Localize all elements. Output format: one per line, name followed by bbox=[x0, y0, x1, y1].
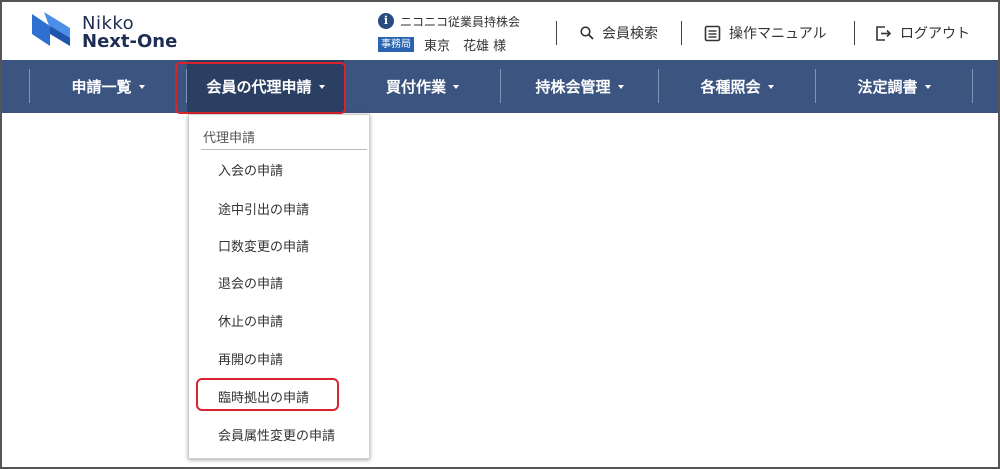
header-divider bbox=[854, 21, 855, 45]
menu-item-special-contribution[interactable]: 臨時拠出の申請 bbox=[218, 387, 309, 406]
caret-down-icon bbox=[138, 84, 145, 89]
proxy-application-dropdown: 代理申請 入会の申請 途中引出の申請 口数変更の申請 退会の申請 休止の申請 再… bbox=[188, 114, 370, 459]
menu-item-resumption[interactable]: 再開の申請 bbox=[218, 349, 283, 368]
header-divider bbox=[556, 21, 557, 45]
nav-item-purchase-work[interactable]: 買付作業 bbox=[345, 60, 500, 113]
user-name: 東京 花雄 様 bbox=[424, 39, 507, 54]
main-nav: 申請一覧 会員の代理申請 買付作業 持株会管理 各種照会 法定調書 bbox=[2, 60, 998, 113]
nav-item-proxy-application[interactable]: 会員の代理申請 bbox=[187, 60, 344, 113]
caret-down-icon bbox=[924, 84, 931, 89]
nav-item-statutory-reports[interactable]: 法定調書 bbox=[816, 60, 972, 113]
nav-item-label: 各種照会 bbox=[700, 78, 761, 96]
manual-icon bbox=[704, 25, 721, 41]
app-header: Nikko Next-One i ニコニコ従業員持株会 事務局 東京 花雄 様 … bbox=[2, 2, 998, 60]
company-info: i ニコニコ従業員持株会 事務局 東京 花雄 様 bbox=[378, 12, 548, 56]
menu-item-partial-withdrawal[interactable]: 途中引出の申請 bbox=[218, 199, 309, 218]
dropdown-divider bbox=[201, 149, 367, 150]
nav-item-label: 会員の代理申請 bbox=[206, 78, 312, 96]
member-search-label: 会員検索 bbox=[602, 26, 658, 42]
nav-divider bbox=[972, 69, 973, 103]
menu-item-enrollment[interactable]: 入会の申請 bbox=[218, 160, 283, 179]
caret-down-icon bbox=[617, 84, 624, 89]
caret-down-icon bbox=[453, 84, 459, 89]
logo-text-line2: Next-One bbox=[82, 31, 178, 52]
menu-item-suspension[interactable]: 休止の申請 bbox=[218, 311, 283, 330]
nikko-logo-icon bbox=[32, 12, 70, 46]
logout-icon bbox=[876, 25, 892, 41]
menu-item-attribute-change[interactable]: 会員属性変更の申請 bbox=[218, 425, 335, 444]
app-logo[interactable]: Nikko Next-One bbox=[30, 10, 220, 54]
header-divider bbox=[681, 21, 682, 45]
role-badge: 事務局 bbox=[378, 37, 414, 52]
caret-down-icon bbox=[767, 84, 774, 89]
nav-item-label: 買付作業 bbox=[385, 78, 446, 96]
manual-label: 操作マニュアル bbox=[729, 26, 827, 42]
info-icon: i bbox=[378, 13, 394, 29]
logout-link[interactable]: ログアウト bbox=[875, 22, 970, 44]
nav-item-inquiries[interactable]: 各種照会 bbox=[659, 60, 815, 113]
manual-link[interactable]: 操作マニュアル bbox=[704, 22, 827, 44]
caret-down-icon bbox=[318, 84, 325, 89]
nav-item-label: 法定調書 bbox=[857, 78, 918, 96]
menu-item-withdrawal[interactable]: 退会の申請 bbox=[218, 273, 283, 292]
menu-item-unit-change[interactable]: 口数変更の申請 bbox=[218, 236, 309, 255]
company-name: ニコニコ従業員持株会 bbox=[400, 15, 521, 29]
nav-item-label: 申請一覧 bbox=[71, 78, 132, 96]
nav-item-label: 持株会管理 bbox=[535, 78, 611, 96]
search-icon bbox=[580, 26, 594, 40]
dropdown-header: 代理申請 bbox=[203, 131, 256, 146]
logout-label: ログアウト bbox=[900, 26, 970, 42]
nav-item-association-management[interactable]: 持株会管理 bbox=[501, 60, 658, 113]
nav-item-application-list[interactable]: 申請一覧 bbox=[30, 60, 186, 113]
member-search-link[interactable]: 会員検索 bbox=[580, 22, 658, 44]
